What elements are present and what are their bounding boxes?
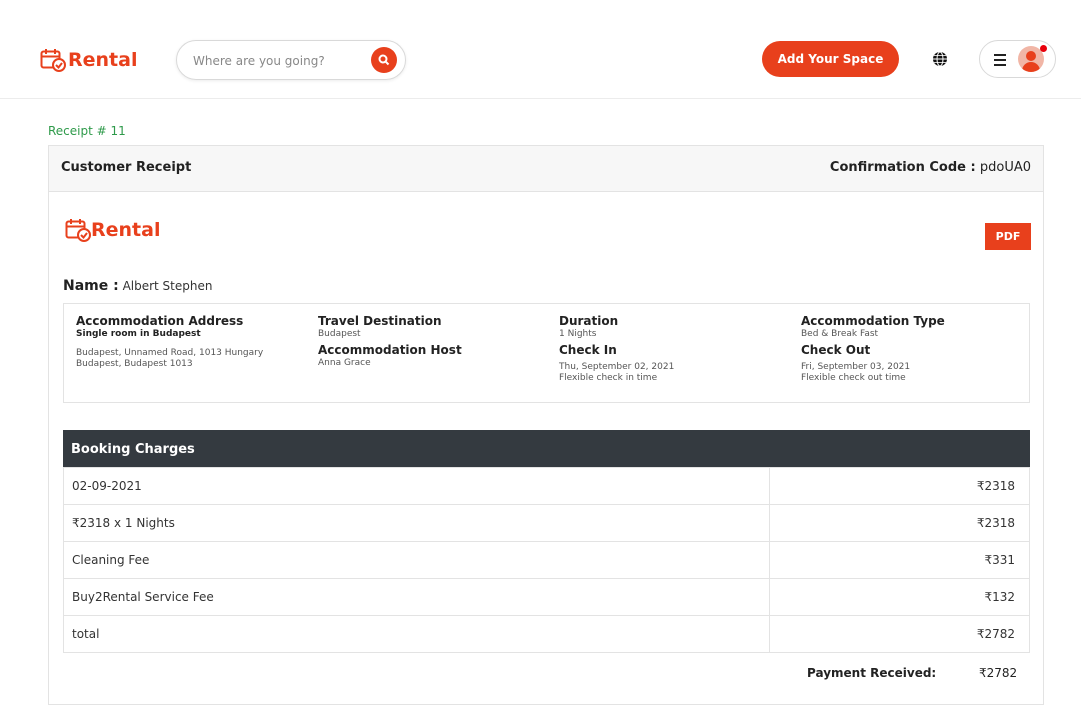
search-input[interactable] — [191, 50, 360, 72]
logo-text: Rental — [68, 49, 138, 71]
brand-logo[interactable]: Rental — [40, 48, 137, 72]
top-nav: Rental Add Your Space — [0, 0, 1081, 99]
travel-destination-value: Budapest — [318, 329, 361, 339]
check-out-label: Check Out — [801, 343, 871, 357]
receipt-number: Receipt # 11 — [48, 124, 126, 138]
customer-name: Albert Stephen — [122, 279, 213, 293]
table-row: 02-09-2021 ₹2318 — [63, 467, 1030, 505]
check-in-note: Flexible check in time — [559, 373, 658, 383]
search-bar — [176, 40, 406, 80]
accommodation-host-label: Accommodation Host — [318, 343, 462, 357]
name-label: Name : — [63, 278, 119, 294]
charge-amount: ₹2318 — [769, 504, 1030, 542]
receipt-card: Customer Receipt Confirmation Code : pdo… — [48, 145, 1044, 705]
charge-amount: ₹331 — [769, 541, 1030, 579]
accommodation-address-label: Accommodation Address — [76, 314, 244, 328]
charge-label: ₹2318 x 1 Nights — [63, 504, 770, 542]
table-row: Cleaning Fee ₹331 — [63, 541, 1030, 579]
destination-host-col: Travel Destination Budapest Accommodatio… — [318, 314, 548, 369]
charge-label: 02-09-2021 — [63, 467, 770, 505]
receipt-title: Customer Receipt — [61, 160, 192, 175]
table-row: total ₹2782 — [63, 615, 1030, 653]
duration-value: 1 Nights — [559, 329, 597, 339]
hamburger-icon — [994, 54, 1006, 69]
search-button[interactable] — [371, 47, 397, 73]
globe-icon[interactable] — [932, 51, 948, 67]
check-out-note: Flexible check out time — [801, 373, 906, 383]
charge-amount: ₹132 — [769, 578, 1030, 616]
booking-charges-table: 02-09-2021 ₹2318 ₹2318 x 1 Nights ₹2318 … — [63, 467, 1030, 653]
pdf-button[interactable]: PDF — [985, 223, 1031, 250]
confirmation-label: Confirmation Code : — [829, 160, 976, 175]
charge-label: Buy2Rental Service Fee — [63, 578, 770, 616]
booking-details: Accommodation Address Single room in Bud… — [63, 303, 1030, 403]
payment-received-amount: ₹2782 — [979, 666, 1018, 680]
accommodation-type-value: Bed & Break Fast — [801, 329, 879, 339]
user-menu-button[interactable] — [979, 40, 1056, 78]
receipt-logo-text: Rental — [91, 219, 161, 241]
accommodation-host-value: Anna Grace — [318, 358, 371, 368]
customer-name-row: Name : Albert Stephen — [63, 278, 212, 294]
charge-label: total — [63, 615, 770, 653]
calendar-check-icon — [40, 49, 66, 72]
duration-checkin-col: Duration 1 Nights Check In Thu, Septembe… — [559, 314, 789, 384]
check-in-label: Check In — [559, 343, 617, 357]
calendar-check-icon — [65, 219, 91, 242]
table-row: Buy2Rental Service Fee ₹132 — [63, 578, 1030, 616]
receipt-logo: Rental — [65, 218, 160, 242]
payment-received-label: Payment Received: — [807, 666, 937, 680]
travel-destination-label: Travel Destination — [318, 314, 442, 328]
accommodation-title: Single room in Budapest — [76, 329, 201, 339]
add-your-space-button[interactable]: Add Your Space — [762, 41, 899, 77]
accommodation-type-label: Accommodation Type — [801, 314, 945, 328]
confirmation-code: Confirmation Code : pdoUA0 — [830, 160, 1031, 175]
table-row: ₹2318 x 1 Nights ₹2318 — [63, 504, 1030, 542]
charge-amount: ₹2782 — [769, 615, 1030, 653]
type-checkout-col: Accommodation Type Bed & Break Fast Chec… — [801, 314, 1031, 384]
receipt-card-header: Customer Receipt Confirmation Code : pdo… — [49, 146, 1043, 192]
booking-charges-header: Booking Charges — [63, 430, 1030, 467]
charge-label: Cleaning Fee — [63, 541, 770, 579]
check-in-date: Thu, September 02, 2021 — [559, 362, 675, 372]
notification-dot — [1040, 45, 1047, 52]
search-icon — [378, 54, 390, 66]
address-line-2: Budapest, Budapest 1013 — [76, 359, 193, 369]
charge-amount: ₹2318 — [769, 467, 1030, 505]
confirmation-value: pdoUA0 — [979, 160, 1031, 175]
address-line-1: Budapest, Unnamed Road, 1013 Hungary — [76, 348, 264, 358]
accommodation-address-col: Accommodation Address Single room in Bud… — [76, 314, 306, 370]
duration-label: Duration — [559, 314, 619, 328]
check-out-date: Fri, September 03, 2021 — [801, 362, 911, 372]
